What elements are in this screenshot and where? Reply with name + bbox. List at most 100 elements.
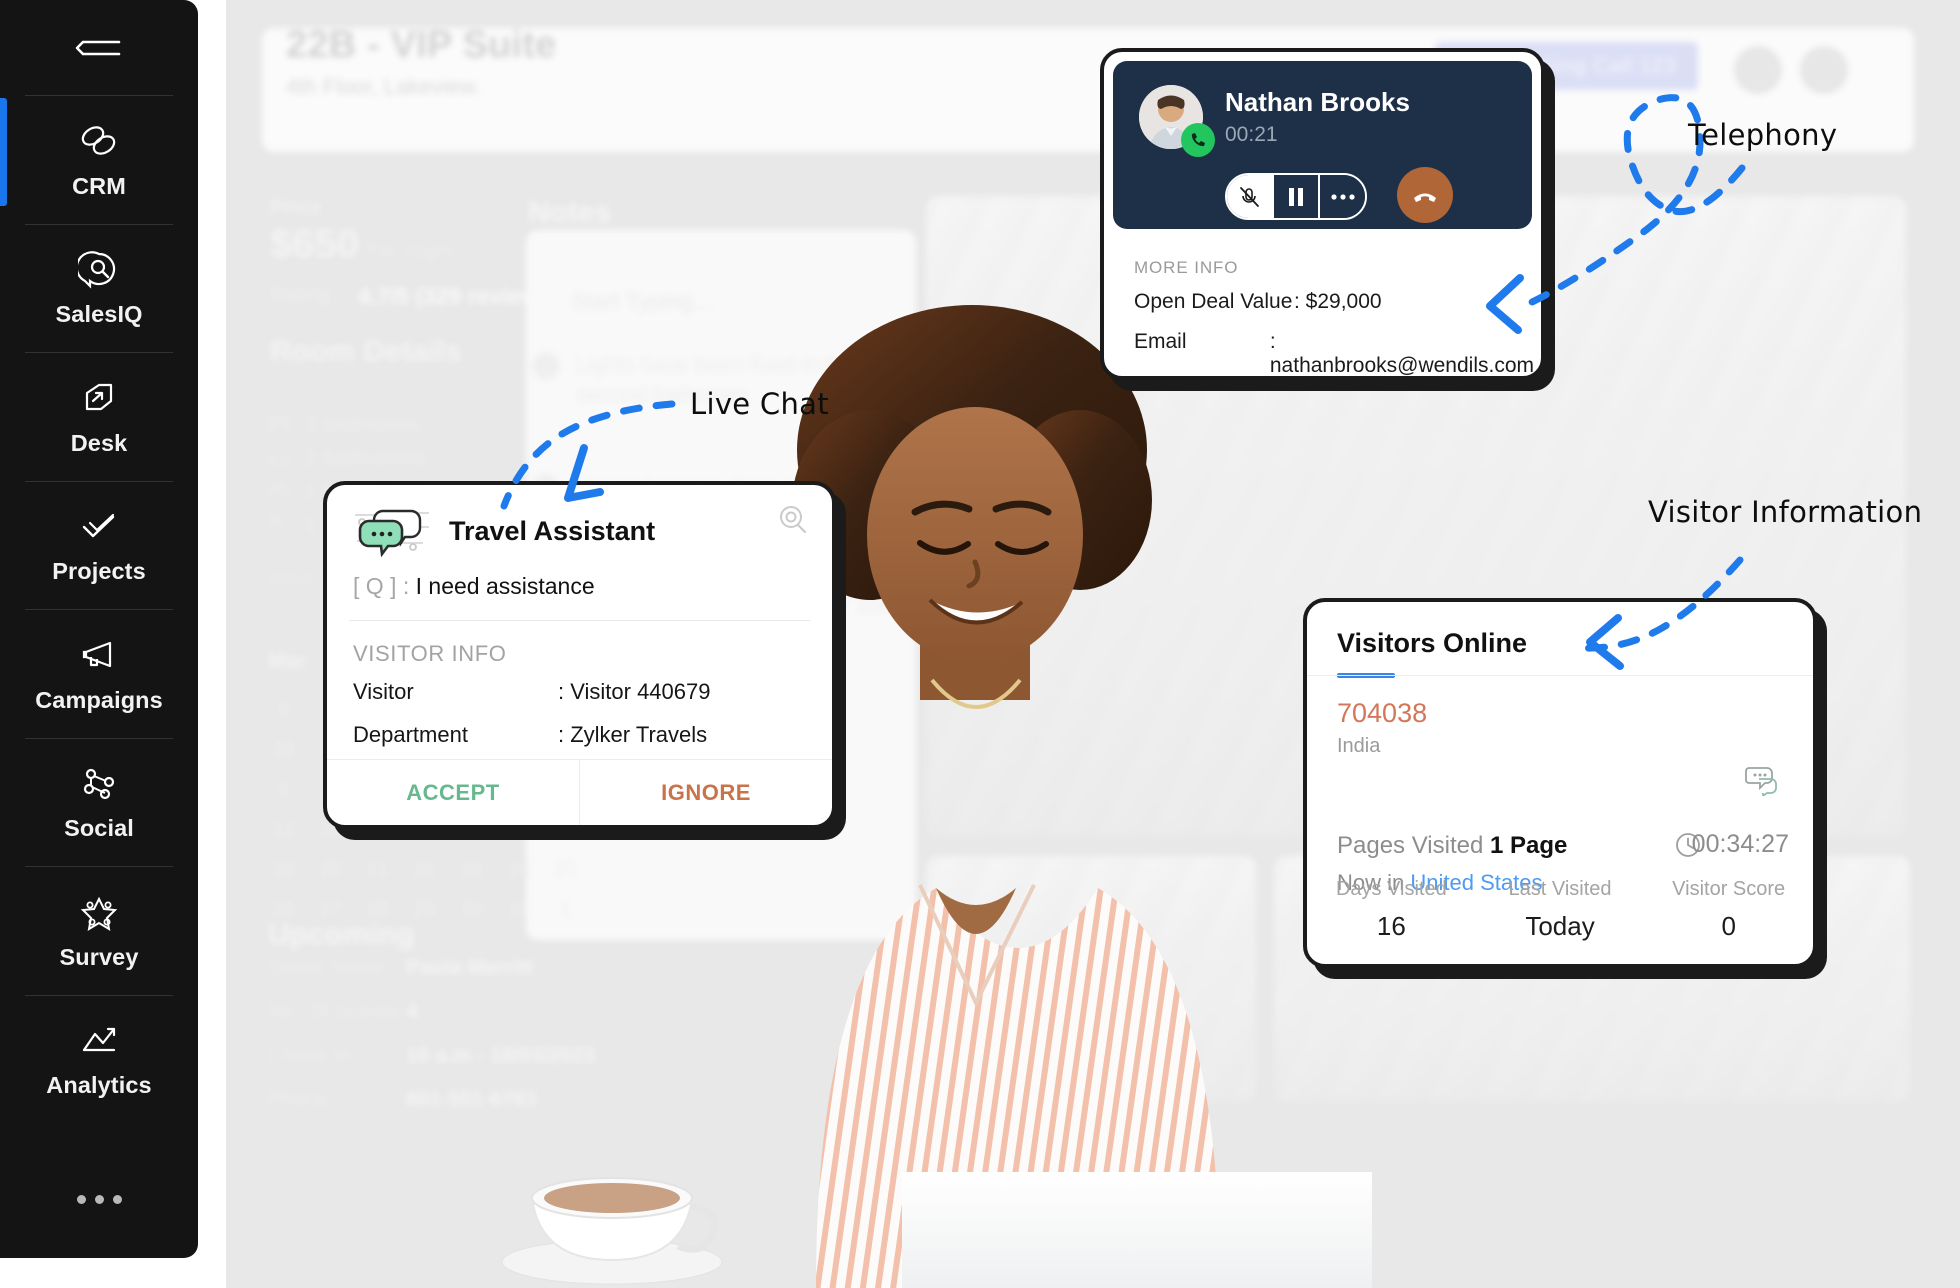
bathtub-icon <box>266 448 292 468</box>
calendar-day[interactable]: 24 <box>495 850 542 890</box>
upcoming-value: Paula Merritt <box>406 956 534 979</box>
annotation-telephony: Telephony <box>1688 118 1838 152</box>
call-duration: 00:21 <box>1225 123 1278 146</box>
header-avatar-placeholder-2[interactable] <box>1800 46 1848 94</box>
calendar-day[interactable]: 12 <box>260 810 307 850</box>
sidebar-item-survey[interactable]: Survey <box>0 866 198 994</box>
chat-bubbles-outline-icon[interactable] <box>1745 762 1779 798</box>
ellipsis-icon <box>1331 193 1355 200</box>
visitor-id[interactable]: 704038 <box>1337 698 1813 729</box>
call-info-rows: Open Deal Value : $29,000 Email : nathan… <box>1134 290 1534 376</box>
info-row: Open Deal Value : $29,000 <box>1134 290 1534 314</box>
price-value: $650 <box>270 222 359 266</box>
room-details-title: Room Details <box>270 335 462 368</box>
calendar-weekday: S <box>276 698 291 721</box>
calendar-day[interactable]: 21 <box>354 850 401 890</box>
background-page-subtitle: 4th Floor, Lakeview. <box>286 74 481 99</box>
rating-label: Rating <box>270 283 331 306</box>
pages-visited-row: Pages Visited 1 Page <box>1337 832 1567 860</box>
hangup-button[interactable] <box>1397 167 1453 223</box>
visitor-country: India <box>1337 735 1381 757</box>
calendar-day[interactable]: 29 <box>260 730 307 770</box>
hold-button[interactable] <box>1271 175 1321 218</box>
note-avatar <box>532 352 560 380</box>
active-call-panel: Nathan Brooks 00:21 <box>1113 61 1532 229</box>
sidebar-item-projects[interactable]: Projects <box>0 480 198 609</box>
upcoming-value: 10 a.m - 18/03/2023 <box>406 1044 596 1067</box>
sidebar-item-salesiq[interactable]: SalesIQ <box>0 223 198 352</box>
telephony-card: Nathan Brooks 00:21 MORE INFO Open Deal … <box>1100 48 1545 380</box>
chart-peak-icon <box>78 1019 120 1061</box>
price-unit: Per Night <box>366 240 454 263</box>
accept-button[interactable]: ACCEPT <box>327 760 579 825</box>
sidebar-collapse-button[interactable] <box>0 0 198 95</box>
notes-title: Notes <box>528 196 612 229</box>
visitor-info-rows: Visitor : Visitor 440679 Department : Zy… <box>327 673 832 748</box>
info-row: Visitor : Visitor 440679 <box>353 679 806 705</box>
info-key: Visitor <box>353 679 414 704</box>
cutlery-icon <box>266 514 292 534</box>
annotation-visitor-information: Visitor Information <box>1648 495 1923 529</box>
property-photo-small-1 <box>926 856 1256 1102</box>
ignore-button[interactable]: IGNORE <box>579 760 832 825</box>
more-button[interactable] <box>1320 175 1365 218</box>
sidebar-item-label: Projects <box>52 558 146 585</box>
calendar-week-row: 19 20 21 22 23 24 25 <box>260 850 590 890</box>
call-controls-group <box>1225 173 1367 220</box>
sidebar-item-analytics[interactable]: Analytics <box>0 994 198 1123</box>
desk-ticket-icon <box>78 377 120 419</box>
stat-visitor-score: Visitor Score 0 <box>1644 878 1813 942</box>
stat-label: Last Visited <box>1508 878 1612 900</box>
map-label: Map UI <box>1638 1062 1706 1085</box>
calendar-day[interactable]: 5 <box>260 770 307 810</box>
stat-last-visited: Last Visited Today <box>1476 878 1645 942</box>
chat-search-icon[interactable] <box>776 503 808 535</box>
visitors-online-title: Visitors Online <box>1337 628 1528 658</box>
calendar-day[interactable]: 31 <box>495 890 542 930</box>
info-row: Email : nathanbrooks@wendils.com <box>1134 330 1534 376</box>
bed-icon <box>266 415 292 435</box>
chat-question-row: [ Q ] : I need assistance <box>327 559 832 620</box>
upcoming-value: 4 <box>406 1000 418 1023</box>
sidebar-more-button[interactable] <box>0 1141 198 1258</box>
upcoming-title: Upcoming <box>268 918 415 951</box>
sofa-icon <box>266 481 292 501</box>
info-key: Department <box>353 722 468 747</box>
double-check-icon <box>78 505 120 547</box>
upcoming-key: Guest Name <box>268 956 386 979</box>
active-call-icon <box>1181 123 1215 157</box>
pages-visited-value: 1 Page <box>1490 832 1568 859</box>
stat-label: Days Visited <box>1335 878 1447 900</box>
info-value: : Zylker Travels <box>558 722 708 747</box>
chat-action-bar: ACCEPT IGNORE <box>327 759 832 825</box>
info-row: Department : Zylker Travels <box>353 722 806 748</box>
info-key: Open Deal Value <box>1134 290 1293 313</box>
sidebar-item-campaigns[interactable]: Campaigns <box>0 609 198 737</box>
calendar-day[interactable]: 19 <box>260 850 307 890</box>
sidebar-item-desk[interactable]: Desk <box>0 352 198 480</box>
calendar-month: Mar <box>268 648 308 673</box>
calendar-day[interactable]: 22 <box>401 850 448 890</box>
chat-search-icon <box>78 248 120 290</box>
room-detail-text: 2 bathrooms <box>304 445 427 470</box>
calendar-day[interactable]: 25 <box>542 850 589 890</box>
calendar-day[interactable]: 20 <box>307 850 354 890</box>
sidebar-item-crm[interactable]: CRM <box>0 95 198 223</box>
price-label: Price <box>270 196 322 219</box>
survey-star-icon <box>78 891 120 933</box>
calendar-day[interactable]: 30 <box>448 890 495 930</box>
notes-placeholder[interactable]: Start Typing... <box>571 288 712 315</box>
header-avatar-placeholder-1[interactable] <box>1734 46 1782 94</box>
more-info-title: MORE INFO <box>1134 258 1239 277</box>
mic-off-icon <box>1240 186 1260 207</box>
stat-label: Visitor Score <box>1672 878 1786 900</box>
mute-button[interactable] <box>1227 175 1272 218</box>
phone-hangup-icon <box>1414 193 1436 202</box>
visitor-stats: Days Visited 16 Last Visited Today Visit… <box>1307 878 1813 942</box>
calendar-day[interactable]: 1 <box>542 890 589 930</box>
calendar-day[interactable]: 23 <box>448 850 495 890</box>
stat-days-visited: Days Visited 16 <box>1307 878 1476 942</box>
sidebar-item-social[interactable]: Social <box>0 737 198 866</box>
caller-name: Nathan Brooks <box>1225 87 1410 117</box>
sidebar-item-label: Social <box>64 815 134 842</box>
